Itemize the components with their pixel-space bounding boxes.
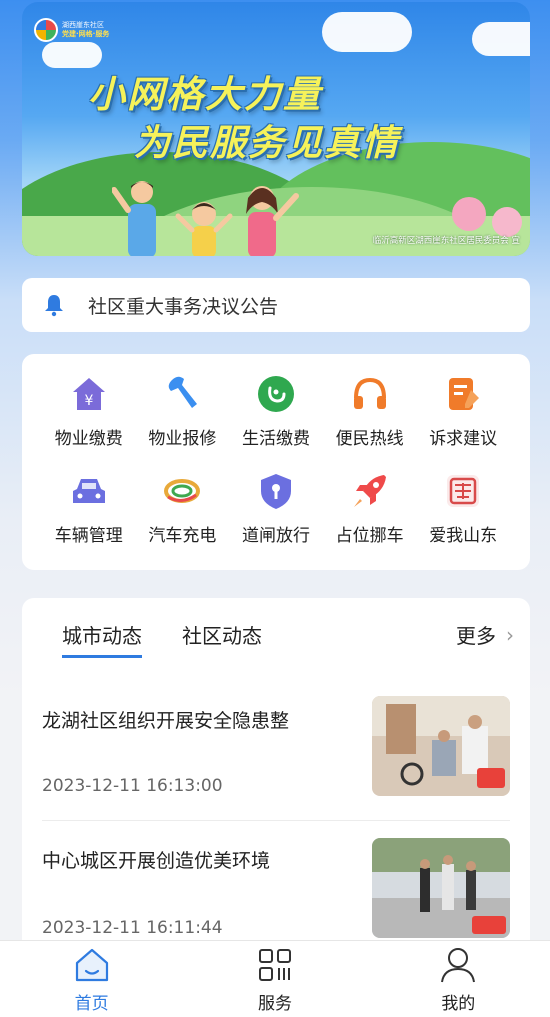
nav-label: 服务 (257, 993, 292, 1014)
nav-label: 首页 (74, 993, 109, 1014)
service-love-shandong[interactable]: 爱我山东 (416, 471, 510, 546)
headset-icon (353, 377, 386, 409)
car-icon (72, 479, 105, 503)
service-label: 车辆管理 (54, 526, 123, 546)
shield-icon (260, 474, 291, 509)
hero-banner[interactable]: 湖西崖东社区 党建·网格·服务 小网格大力量 为民服务见真情 临沂高新区湖西崖东… (22, 2, 530, 256)
news-item[interactable]: 中心城区开展创造优美环境 2023-12-11 16:11:44 (42, 838, 510, 946)
house-yen-icon: ¥ (72, 378, 105, 410)
news-time: 2023-12-11 16:11:44 (42, 918, 223, 938)
announcement-bar[interactable]: 社区重大事务决议公告 (22, 278, 530, 332)
news-thumbnail (372, 696, 510, 796)
news-thumbnail (372, 838, 510, 938)
tree-decoration (452, 197, 486, 231)
more-link[interactable]: 更多 › (456, 620, 514, 649)
rocket-icon (353, 475, 386, 507)
tree-decoration (492, 207, 522, 237)
community-logo: 湖西崖东社区 党建·网格·服务 (34, 16, 136, 44)
announcement-text: 社区重大事务决议公告 (88, 295, 279, 318)
logo-line1: 湖西崖东社区 (62, 21, 104, 29)
service-label: 爱我山东 (429, 526, 498, 546)
nav-profile[interactable]: 我的 (398, 945, 518, 1014)
news-card: 城市动态 社区动态 更多 › 龙湖社区组织开展安全隐患整 2023-12-11 … (22, 598, 530, 958)
bell-icon (45, 295, 63, 317)
tab-community-news[interactable]: 社区动态 (182, 620, 262, 658)
service-label: 生活缴费 (241, 429, 310, 449)
service-label: 物业缴费 (54, 429, 123, 449)
more-label: 更多 (456, 624, 496, 648)
seal-icon (447, 475, 480, 507)
charging-icon (164, 479, 201, 503)
service-property-repair[interactable]: 物业报修 (136, 374, 230, 449)
services-card: ¥ 物业缴费 物业报修 生活缴费 便民热线 诉求建议 车辆管理 汽车充电 道闸放… (22, 354, 530, 570)
nav-services[interactable]: 服务 (215, 945, 335, 1014)
divider (42, 820, 510, 821)
news-title: 中心城区开展创造优美环境 (42, 850, 271, 872)
news-title: 龙湖社区组织开展安全隐患整 (42, 710, 290, 732)
service-label: 道闸放行 (241, 526, 310, 546)
logo-icon (34, 18, 58, 42)
user-icon (441, 947, 476, 982)
bottom-navigation: 首页 服务 我的 (0, 940, 550, 1017)
service-utility-payment[interactable]: 生活缴费 (229, 374, 323, 449)
home-icon (75, 948, 108, 981)
svg-text:¥: ¥ (84, 393, 93, 409)
tab-city-news[interactable]: 城市动态 (62, 620, 142, 658)
chevron-right-icon: › (506, 622, 514, 647)
banner-caption: 临沂高新区湖西崖东社区居民委员会 宣 (372, 236, 520, 246)
service-gate-release[interactable]: 道闸放行 (229, 471, 323, 546)
service-property-fee[interactable]: ¥ 物业缴费 (42, 374, 136, 449)
cloud-decoration (472, 22, 530, 56)
payment-circle-icon (257, 376, 294, 412)
news-time: 2023-12-11 16:13:00 (42, 776, 223, 796)
service-suggestion[interactable]: 诉求建议 (416, 374, 510, 449)
banner-slogan-line2: 为民服务见真情 (134, 123, 401, 164)
news-tabs: 城市动态 社区动态 (62, 620, 262, 658)
service-hotline[interactable]: 便民热线 (323, 374, 417, 449)
service-label: 物业报修 (148, 429, 217, 449)
service-label: 便民热线 (335, 429, 404, 449)
service-label: 诉求建议 (429, 429, 498, 449)
news-item[interactable]: 龙湖社区组织开展安全隐患整 2023-12-11 16:13:00 (42, 696, 510, 806)
service-move-car[interactable]: 占位挪车 (323, 471, 417, 546)
nav-home[interactable]: 首页 (32, 945, 152, 1014)
banner-slogan-line1: 小网格大力量 (88, 73, 322, 116)
service-vehicle-management[interactable]: 车辆管理 (42, 471, 136, 546)
service-label: 汽车充电 (148, 526, 217, 546)
wrench-icon (169, 376, 198, 408)
service-label: 占位挪车 (335, 526, 404, 546)
service-car-charging[interactable]: 汽车充电 (136, 471, 230, 546)
edit-note-icon (449, 378, 480, 410)
cloud-decoration (322, 12, 412, 52)
grid-icon (258, 948, 291, 981)
nav-label: 我的 (441, 993, 476, 1014)
family-illustration (112, 181, 299, 256)
logo-line2: 党建·网格·服务 (62, 30, 110, 38)
